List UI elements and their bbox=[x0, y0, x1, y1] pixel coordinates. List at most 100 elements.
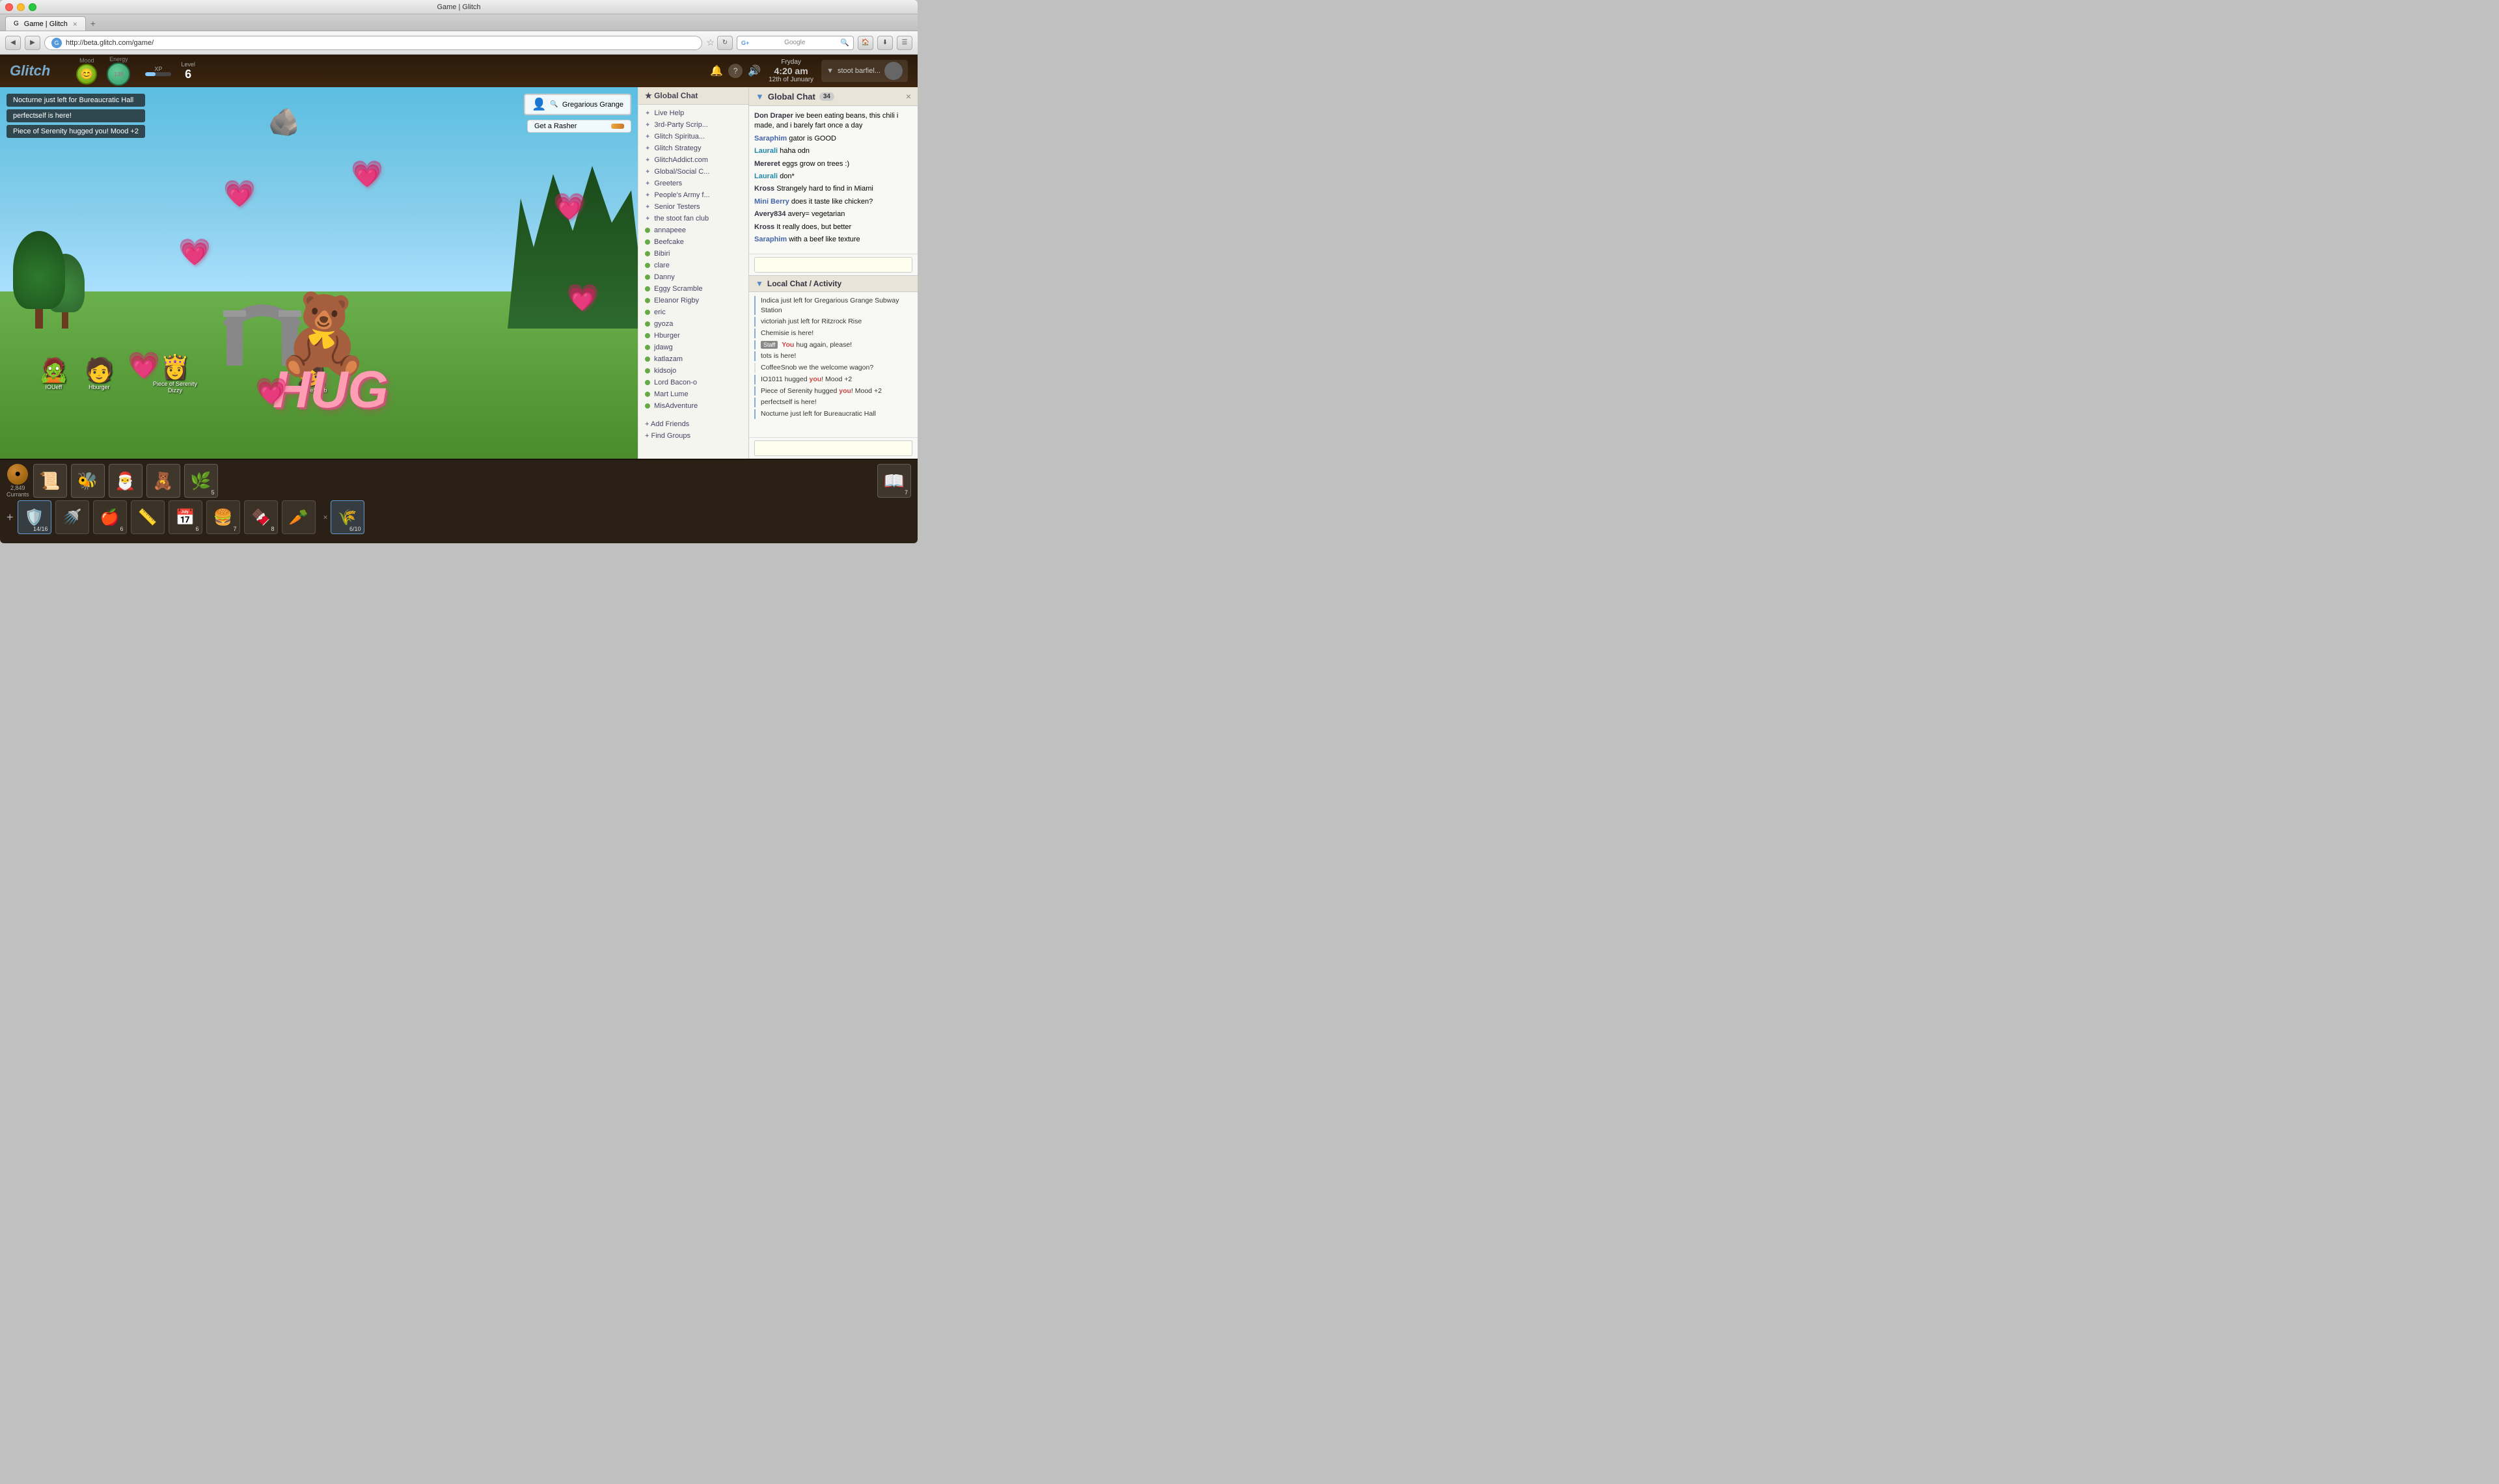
local-collapse-icon[interactable]: ▼ bbox=[756, 279, 763, 288]
sidebar-item-hburger[interactable]: Hburger bbox=[638, 330, 748, 342]
equip-slot-0[interactable]: 🛡️ 14/16 bbox=[18, 500, 51, 534]
sidebar-item-greeters[interactable]: ✦ Greeters bbox=[638, 178, 748, 189]
rock-item[interactable]: 🪨 bbox=[268, 107, 301, 137]
user-label-25: MisAdventure bbox=[654, 402, 698, 410]
equip-count-0: 14/16 bbox=[33, 526, 48, 532]
inv-slot-3[interactable]: 🧸 bbox=[146, 464, 180, 498]
equip-slot-7[interactable]: 🥕 bbox=[282, 500, 316, 534]
help-icon[interactable]: ? bbox=[728, 64, 743, 78]
minimize-button[interactable] bbox=[17, 3, 25, 11]
sidebar-item-misadventure[interactable]: MisAdventure bbox=[638, 400, 748, 412]
chat-message-4: Laurali don* bbox=[754, 172, 912, 182]
inv-slot-4[interactable]: 🌿 5 bbox=[184, 464, 218, 498]
sidebar-item-senior-testers[interactable]: ✦ Senior Testers bbox=[638, 201, 748, 213]
sidebar-item-gyoza[interactable]: gyoza bbox=[638, 318, 748, 330]
equip-slot-2[interactable]: 🍎 6 bbox=[93, 500, 127, 534]
equip-slot-4[interactable]: 📅 6 bbox=[169, 500, 202, 534]
inv-icon-0: 📜 bbox=[39, 471, 60, 491]
settings-button[interactable]: ☰ bbox=[897, 36, 912, 50]
sidebar-item-beefcake[interactable]: Beefcake bbox=[638, 236, 748, 248]
local-chat-messages[interactable]: Indica just left for Gregarious Grange S… bbox=[749, 292, 918, 437]
equipment-row: + 🛡️ 14/16 🚿 🍎 6 📏 📅 6 bbox=[7, 500, 911, 534]
sidebar-item-peoples-army[interactable]: ✦ People's Army f... bbox=[638, 189, 748, 201]
add-friends-link[interactable]: + Add Friends bbox=[645, 418, 742, 430]
sidebar-item-3rdparty[interactable]: ✦ 3rd-Party Scrip... bbox=[638, 119, 748, 131]
download-button[interactable]: ⬇ bbox=[877, 36, 893, 50]
sidebar-item-stoot-fan[interactable]: ✦ the stoot fan club bbox=[638, 213, 748, 224]
sidebar-item-danny[interactable]: Danny bbox=[638, 271, 748, 283]
close-icon[interactable]: × bbox=[906, 91, 911, 101]
back-button[interactable]: ◀ bbox=[5, 36, 21, 50]
sidebar-item-glitchaddict[interactable]: ✦ GlitchAddict.com bbox=[638, 154, 748, 166]
sidebar-item-eggy-scramble[interactable]: Eggy Scramble bbox=[638, 283, 748, 295]
sidebar-item-eleanor[interactable]: Eleanor Rigby bbox=[638, 295, 748, 306]
location-sign[interactable]: 👤 🔍 Gregarious Grange bbox=[524, 94, 631, 115]
sidebar-item-eric[interactable]: eric bbox=[638, 306, 748, 318]
sidebar-item-live-help[interactable]: ✦ Live Help bbox=[638, 107, 748, 119]
forward-button[interactable]: ▶ bbox=[25, 36, 40, 50]
close-button[interactable] bbox=[5, 3, 13, 11]
equip-icon-4: 📅 bbox=[176, 508, 195, 527]
sidebar-item-mart-lume[interactable]: Mart Lume bbox=[638, 388, 748, 400]
sidebar-item-clare[interactable]: clare bbox=[638, 260, 748, 271]
add-equipment-button[interactable]: + bbox=[7, 511, 14, 524]
equip-slot-8[interactable]: 🌾 6/10 bbox=[331, 500, 364, 534]
currents-coin: ● bbox=[7, 464, 28, 485]
inv-slot-1[interactable]: 🐝 bbox=[71, 464, 105, 498]
tab-close-icon[interactable]: × bbox=[73, 20, 77, 29]
equip-slot-3[interactable]: 📏 bbox=[131, 500, 165, 534]
fullscreen-button[interactable] bbox=[29, 3, 36, 11]
sidebar-item-globalsocial[interactable]: ✦ Global/Social C... bbox=[638, 166, 748, 178]
collapse-icon[interactable]: ▼ bbox=[756, 92, 764, 101]
character-hburger: 🧑 Hburger bbox=[85, 357, 114, 390]
get-rasher-button[interactable]: Get a Rasher bbox=[527, 120, 631, 133]
heart-1: 💗 bbox=[223, 178, 256, 209]
game-world[interactable]: Nocturne just left for Bureaucratic Hall… bbox=[0, 87, 638, 459]
notification-icon[interactable]: 🔔 bbox=[710, 64, 723, 77]
sidebar-item-kidsojo[interactable]: kidsojo bbox=[638, 365, 748, 377]
asterisk-icon: ✦ bbox=[645, 192, 650, 199]
equip-slot-5[interactable]: 🍔 7 bbox=[206, 500, 240, 534]
local-chat-input[interactable] bbox=[754, 440, 912, 456]
header-stats: Mood 😊 Energy 138 XP Level 6 bbox=[76, 56, 195, 86]
xp-label: XP bbox=[154, 66, 162, 72]
sidebar-item-bibiri[interactable]: Bibiri bbox=[638, 248, 748, 260]
address-bar[interactable]: G http://beta.glitch.com/game/ bbox=[44, 36, 702, 50]
equip-slot-1[interactable]: 🚿 bbox=[55, 500, 89, 534]
inv-slot-0[interactable]: 📜 bbox=[33, 464, 67, 498]
tab-label: Game | Glitch bbox=[24, 20, 68, 28]
bookmark-icon[interactable]: ☆ bbox=[706, 37, 715, 48]
zoom-icon[interactable]: 🔍 bbox=[550, 101, 558, 108]
sound-icon[interactable]: 🔊 bbox=[748, 64, 761, 77]
new-tab-button[interactable]: + bbox=[86, 16, 100, 31]
sidebar-item-strategy[interactable]: ✦ Glitch Strategy bbox=[638, 142, 748, 154]
day-label: Fryday bbox=[769, 59, 813, 66]
user-badge[interactable]: ▼ stoot barfiel... bbox=[821, 60, 908, 82]
sidebar-item-annapeee[interactable]: annapeee bbox=[638, 224, 748, 236]
home-button[interactable]: 🏠 bbox=[858, 36, 873, 50]
find-groups-link[interactable]: + Find Groups bbox=[645, 430, 742, 442]
group-label-6: Greeters bbox=[654, 180, 682, 187]
sidebar-footer: + Add Friends + Find Groups bbox=[638, 414, 748, 446]
chat-message-8: Kross It really does, but better bbox=[754, 223, 912, 232]
chat-text-5: Strangely hard to find in Miami bbox=[776, 185, 873, 193]
reload-button[interactable]: ↻ bbox=[717, 36, 733, 50]
inv-slot-5[interactable]: 📖 7 bbox=[877, 464, 911, 498]
energy-stat: Energy 138 bbox=[107, 56, 130, 86]
search-engine-label: G+ bbox=[741, 40, 749, 46]
sidebar-item-lord-bacon[interactable]: Lord Bacon-o bbox=[638, 377, 748, 388]
local-message-7: Piece of Serenity hugged you! Mood +2 bbox=[754, 386, 912, 396]
global-chat-messages[interactable]: Don Draper ive been eating beans, this c… bbox=[749, 106, 918, 254]
sidebar-item-jdawg[interactable]: jdawg bbox=[638, 342, 748, 353]
username: stoot barfiel... bbox=[838, 67, 881, 75]
global-chat-input[interactable] bbox=[754, 257, 912, 273]
browser-tab[interactable]: G Game | Glitch × bbox=[5, 16, 86, 31]
sidebar-header-label: ★ Global Chat bbox=[645, 91, 698, 100]
sidebar-item-spiritua[interactable]: ✦ Glitch Spiritua... bbox=[638, 131, 748, 142]
remove-equipment-button[interactable]: × bbox=[323, 513, 328, 522]
search-box[interactable]: G+ Google 🔍 bbox=[737, 36, 854, 50]
inv-slot-2[interactable]: 🎅 bbox=[109, 464, 143, 498]
notification-2: perfectself is here! bbox=[7, 109, 145, 122]
equip-slot-6[interactable]: 🍫 8 bbox=[244, 500, 278, 534]
sidebar-item-katlazam[interactable]: katlazam bbox=[638, 353, 748, 365]
